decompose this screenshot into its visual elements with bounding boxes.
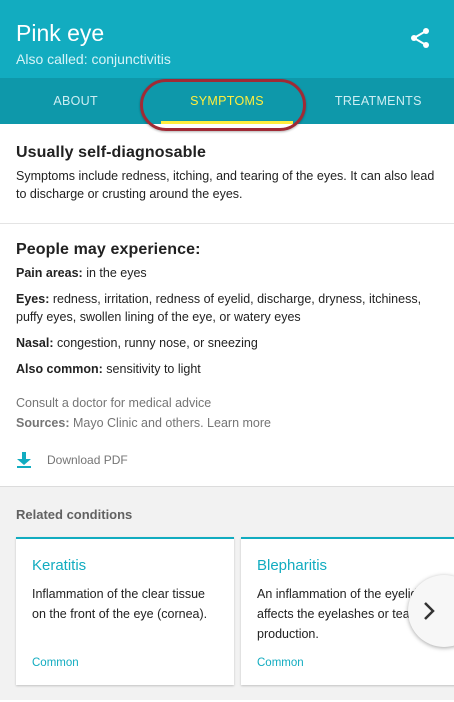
experience-section: People may experience: Pain areas: in th… <box>0 224 454 487</box>
symptom-value: redness, irritation, redness of eyelid, … <box>16 292 422 324</box>
related-conditions: Related conditions Keratitis Inflammatio… <box>0 487 454 700</box>
tab-treatments[interactable]: TREATMENTS <box>303 78 454 124</box>
symptom-nasal: Nasal: congestion, runny nose, or sneezi… <box>16 334 438 352</box>
symptom-label: Eyes: <box>16 292 50 306</box>
summary-section: Usually self-diagnosable Symptoms includ… <box>0 124 454 224</box>
card-tag: Common <box>257 657 304 669</box>
symptom-label: Nasal: <box>16 336 54 350</box>
experience-heading: People may experience: <box>16 241 201 258</box>
symptom-pain-areas: Pain areas: in the eyes <box>16 264 438 282</box>
sources-value[interactable]: Mayo Clinic and others. Learn more <box>70 416 271 430</box>
symptom-label: Pain areas: <box>16 266 83 280</box>
card-tag: Common <box>32 657 79 669</box>
symptom-value: congestion, runny nose, or sneezing <box>53 336 258 350</box>
page-subtitle: Also called: conjunctivitis <box>16 51 171 67</box>
download-icon <box>17 452 31 468</box>
symptom-value: sensitivity to light <box>102 362 201 376</box>
sources-label: Sources: <box>16 416 70 430</box>
related-title: Related conditions <box>16 507 133 522</box>
related-card-keratitis[interactable]: Keratitis Inflammation of the clear tiss… <box>16 537 234 685</box>
symptom-label: Also common: <box>16 362 103 376</box>
chevron-right-icon <box>424 602 435 620</box>
summary-heading: Usually self-diagnosable <box>16 144 207 161</box>
card-text: Inflammation of the clear tissue on the … <box>32 587 208 621</box>
symptom-also-common: Also common: sensitivity to light <box>16 360 438 378</box>
symptom-eyes: Eyes: redness, irritation, redness of ey… <box>16 290 438 326</box>
tab-about[interactable]: ABOUT <box>0 78 151 124</box>
app-header: Pink eye Also called: conjunctivitis <box>0 0 454 78</box>
card-name: Blepharitis <box>257 557 328 574</box>
card-name: Keratitis <box>32 557 87 574</box>
page-title: Pink eye <box>16 20 105 46</box>
download-pdf-button[interactable]: Download PDF <box>16 434 438 486</box>
consult-note: Consult a doctor for medical advice <box>16 396 212 410</box>
tab-bar: ABOUT SYMPTOMS TREATMENTS <box>0 78 454 124</box>
sources-line[interactable]: Sources: Mayo Clinic and others. Learn m… <box>16 416 438 430</box>
share-icon[interactable] <box>408 26 432 50</box>
symptom-value: in the eyes <box>82 266 147 280</box>
download-label: Download PDF <box>47 453 128 467</box>
summary-text: Symptoms include redness, itching, and t… <box>16 169 435 201</box>
tab-symptoms[interactable]: SYMPTOMS <box>151 78 302 124</box>
